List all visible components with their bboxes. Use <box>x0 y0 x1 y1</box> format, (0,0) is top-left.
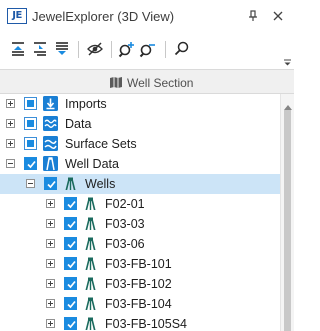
well-icon <box>83 216 98 231</box>
tree-item[interactable]: F03-03 <box>0 214 280 234</box>
well-icon <box>83 316 98 331</box>
expand-toggle-icon[interactable] <box>6 99 15 108</box>
section-title: Well Section <box>127 76 194 90</box>
window-title: JewelExplorer (3D View) <box>32 9 175 24</box>
pin-icon[interactable] <box>245 7 261 25</box>
import-icon <box>43 96 58 111</box>
app-logo: JE <box>7 8 27 24</box>
visibility-checkbox[interactable] <box>24 97 37 110</box>
tree-item-label: Surface Sets <box>65 137 137 151</box>
tree-item[interactable]: Data <box>0 114 280 134</box>
tree-item-label: Wells <box>85 177 116 191</box>
tree-item-label: F03-FB-101 <box>105 257 172 271</box>
map-icon <box>109 76 123 89</box>
tree-item[interactable]: F03-FB-101 <box>0 254 280 274</box>
toolbar <box>0 32 294 66</box>
close-icon[interactable] <box>270 7 286 25</box>
expand-toggle-icon[interactable] <box>46 199 55 208</box>
well-icon <box>83 276 98 291</box>
title-bar: JE JewelExplorer (3D View) <box>0 0 294 32</box>
expand-toggle-icon[interactable] <box>46 259 55 268</box>
visibility-checkbox[interactable] <box>64 297 77 310</box>
well-icon <box>63 176 78 191</box>
scroll-up-arrow-icon[interactable] <box>284 97 292 110</box>
expand-level-icon[interactable] <box>31 40 49 58</box>
expand-all-icon[interactable] <box>53 40 71 58</box>
tree-item[interactable]: Imports <box>0 94 280 114</box>
collapse-toggle-icon[interactable] <box>26 179 35 188</box>
tree-item-label: F02-01 <box>105 197 145 211</box>
section-header: Well Section <box>0 69 294 94</box>
visibility-checkbox[interactable] <box>64 217 77 230</box>
visibility-checkbox[interactable] <box>64 277 77 290</box>
tree-item-label: F03-06 <box>105 237 145 251</box>
visibility-checkbox[interactable] <box>24 117 37 130</box>
data-wave-icon <box>43 116 58 131</box>
tree-item[interactable]: F03-06 <box>0 234 280 254</box>
tree-item-label: F03-03 <box>105 217 145 231</box>
zoom-out-icon[interactable] <box>139 40 157 58</box>
expand-toggle-icon[interactable] <box>46 319 55 328</box>
tree-item[interactable]: F03-FB-102 <box>0 274 280 294</box>
visibility-checkbox[interactable] <box>64 257 77 270</box>
tree-item[interactable]: Well Data <box>0 154 280 174</box>
tree-item-label: Well Data <box>65 157 119 171</box>
tree-item-label: Data <box>65 117 92 131</box>
well-icon <box>83 296 98 311</box>
expand-toggle-icon[interactable] <box>46 299 55 308</box>
well-icon <box>83 196 98 211</box>
zoom-in-icon[interactable] <box>118 40 136 58</box>
expand-toggle-icon[interactable] <box>6 119 15 128</box>
toolbar-separator <box>78 41 79 58</box>
tree-item-label: Imports <box>65 97 107 111</box>
toolbar-separator <box>165 41 166 58</box>
visibility-checkbox[interactable] <box>64 237 77 250</box>
hide-icon[interactable] <box>86 40 104 58</box>
expand-toggle-icon[interactable] <box>46 279 55 288</box>
well-icon <box>83 236 98 251</box>
toolbar-overflow-icon[interactable] <box>283 54 292 66</box>
collapse-all-icon[interactable] <box>9 40 27 58</box>
explorer-tree: Imports Data Surface Sets Well Data Wells F02… <box>0 94 280 331</box>
expand-toggle-icon[interactable] <box>46 219 55 228</box>
collapse-toggle-icon[interactable] <box>6 159 15 168</box>
tree-item-label: F03-FB-104 <box>105 297 172 311</box>
visibility-checkbox[interactable] <box>24 157 37 170</box>
vertical-scrollbar[interactable] <box>280 94 294 331</box>
tree-item[interactable]: F03-FB-104 <box>0 294 280 314</box>
tree-item[interactable]: Surface Sets <box>0 134 280 154</box>
visibility-checkbox[interactable] <box>24 137 37 150</box>
tree-item-label: F03-FB-102 <box>105 277 172 291</box>
toolbar-separator <box>111 41 112 58</box>
well-data-icon <box>43 156 58 171</box>
search-icon[interactable] <box>173 40 191 58</box>
expand-toggle-icon[interactable] <box>6 139 15 148</box>
tree-item[interactable]: Wells <box>0 174 280 194</box>
scroll-thumb[interactable] <box>284 110 291 331</box>
visibility-checkbox[interactable] <box>64 317 77 330</box>
well-icon <box>83 256 98 271</box>
tree-item[interactable]: F03-FB-105S4 <box>0 314 280 331</box>
tree-item-label: F03-FB-105S4 <box>105 317 187 331</box>
tree-item[interactable]: F02-01 <box>0 194 280 214</box>
visibility-checkbox[interactable] <box>44 177 57 190</box>
surface-icon <box>43 136 58 151</box>
expand-toggle-icon[interactable] <box>46 239 55 248</box>
visibility-checkbox[interactable] <box>64 197 77 210</box>
